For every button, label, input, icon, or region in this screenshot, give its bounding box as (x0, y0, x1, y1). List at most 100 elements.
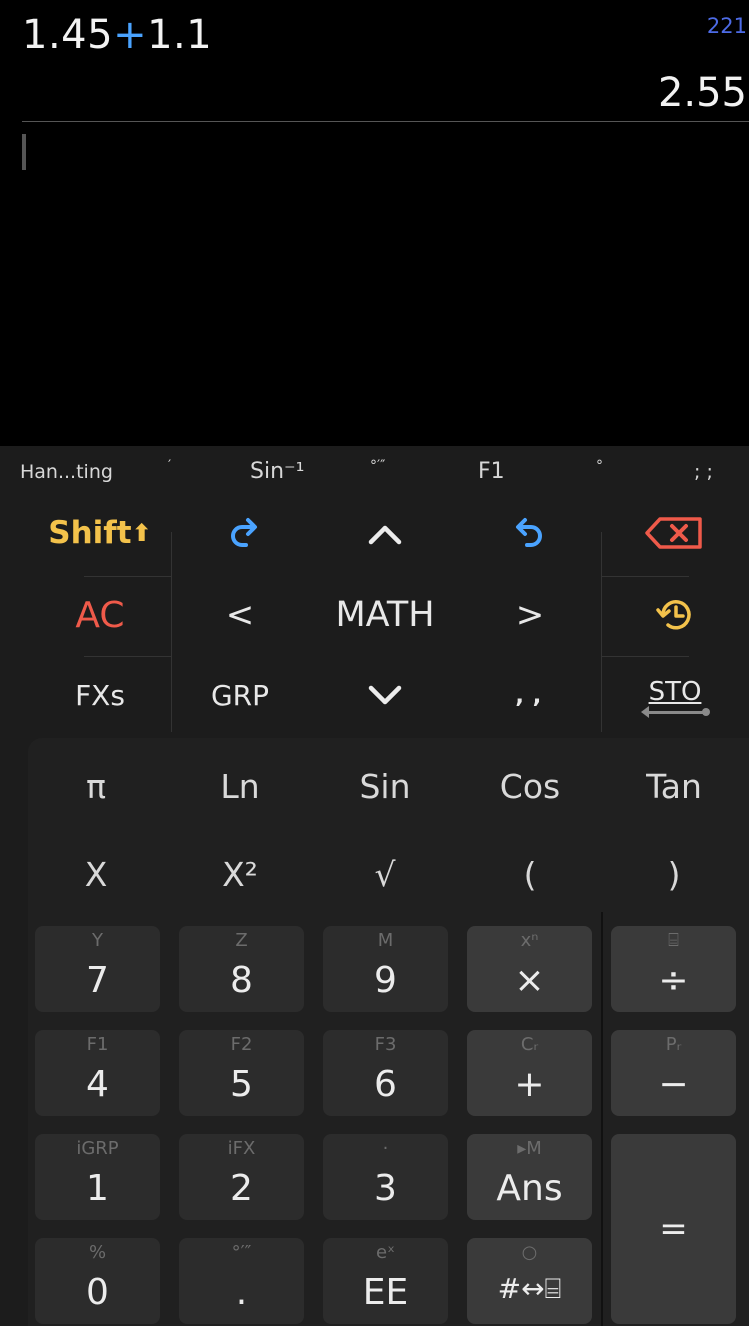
tan-key[interactable]: Tan (618, 746, 730, 826)
fraction-toggle-secondary: ○ (521, 1242, 538, 1263)
key-7-secondary: Y (92, 930, 103, 951)
undo-icon (516, 518, 542, 547)
suggestion-semicolons[interactable]: ; ; (694, 446, 713, 498)
ans-key-label: Ans (496, 1168, 563, 1209)
history-key[interactable] (630, 578, 720, 652)
functions-key[interactable]: FXs (30, 658, 170, 732)
key-4-secondary: F1 (86, 1034, 109, 1055)
pi-key[interactable]: π (40, 746, 152, 826)
plus-key-secondary: Cᵣ (520, 1034, 539, 1055)
key-5-label: 5 (230, 1064, 253, 1105)
keyboard: Han...ting ′ Sin⁻¹ °′″ F1 ° ; ; Shift⬆ (0, 446, 749, 1326)
key-5[interactable]: F2 5 (179, 1030, 304, 1116)
key-7[interactable]: Y 7 (35, 926, 160, 1012)
exponent-key[interactable]: eˣ EE (323, 1238, 448, 1324)
close-paren-key[interactable]: ) (618, 834, 730, 914)
input-cursor[interactable] (22, 134, 26, 170)
key-0-secondary: % (88, 1242, 107, 1263)
key-6-secondary: F3 (374, 1034, 397, 1055)
key-4[interactable]: F1 4 (35, 1030, 160, 1116)
key-2-secondary: iFX (227, 1138, 256, 1159)
history-counter: 221 (706, 14, 747, 38)
backspace-icon (645, 517, 702, 549)
exponent-key-secondary: eˣ (375, 1242, 396, 1263)
equals-key[interactable]: = (611, 1134, 736, 1324)
key-6-label: 6 (374, 1064, 397, 1105)
expression-left: 1.45 (22, 12, 114, 58)
store-label: STO (648, 676, 702, 707)
key-3-label: 3 (374, 1168, 397, 1209)
math-mode-key[interactable]: MATH (310, 578, 460, 652)
history-icon (656, 600, 691, 630)
decimal-key-secondary: °′″ (231, 1242, 252, 1263)
minus-key[interactable]: Pᵣ − (611, 1030, 736, 1116)
suggestion-degree[interactable]: ° (596, 446, 603, 498)
delete-key[interactable] (630, 498, 720, 568)
key-7-label: 7 (86, 960, 109, 1001)
expression: 1.45+1.1 (22, 12, 212, 58)
store-arrow-icon (641, 705, 710, 718)
ans-key-secondary: ▸M (517, 1138, 542, 1159)
key-9[interactable]: M 9 (323, 926, 448, 1012)
divide-key-label: ÷ (658, 960, 689, 1001)
plus-key[interactable]: Cᵣ + (467, 1030, 592, 1116)
nav-hsep-1 (84, 576, 172, 577)
expression-operator: + (113, 12, 148, 58)
key-8[interactable]: Z 8 (179, 926, 304, 1012)
shift-key[interactable]: Shift ⬆ (30, 498, 170, 568)
key-3[interactable]: · 3 (323, 1134, 448, 1220)
comma-key[interactable]: ‚ ‚ (483, 658, 573, 732)
display-divider (22, 121, 749, 122)
key-0[interactable]: % 0 (35, 1238, 160, 1324)
x-squared-key[interactable]: X² (184, 834, 296, 914)
suggestion-f1[interactable]: F1 (478, 446, 505, 498)
fraction-toggle-key[interactable]: ○ #↔⌸ (467, 1238, 592, 1324)
nav-separator-left (171, 532, 172, 732)
operator-column-separator (601, 912, 603, 1326)
cos-key[interactable]: Cos (474, 746, 586, 826)
key-9-secondary: M (377, 930, 394, 951)
group-key[interactable]: GRP (190, 658, 290, 732)
suggestion-dms[interactable]: °′″ (370, 446, 385, 498)
equals-key-label: = (659, 1209, 688, 1249)
ans-key[interactable]: ▸M Ans (467, 1134, 592, 1220)
store-key[interactable]: STO (620, 658, 730, 732)
all-clear-key[interactable]: AC (30, 578, 170, 652)
key-8-secondary: Z (235, 930, 248, 951)
key-9-label: 9 (374, 960, 397, 1001)
redo-key[interactable] (200, 498, 290, 568)
divide-key[interactable]: ⌸ ÷ (611, 926, 736, 1012)
x-variable-key[interactable]: X (40, 834, 152, 914)
key-2[interactable]: iFX 2 (179, 1134, 304, 1220)
key-1[interactable]: iGRP 1 (35, 1134, 160, 1220)
undo-key[interactable] (483, 498, 573, 568)
plus-key-label: + (514, 1064, 545, 1105)
key-1-secondary: iGRP (76, 1138, 119, 1159)
decimal-key[interactable]: °′″ . (179, 1238, 304, 1324)
exponent-key-label: EE (362, 1272, 409, 1313)
right-key[interactable]: > (490, 578, 570, 652)
down-key[interactable] (340, 658, 430, 732)
suggestion-asin[interactable]: Sin⁻¹ (250, 446, 304, 498)
suggestion-handwriting[interactable]: Han...ting (20, 446, 113, 498)
decimal-key-label: . (235, 1272, 248, 1313)
divide-key-secondary: ⌸ (668, 930, 679, 951)
chevron-down-icon (368, 685, 402, 705)
minus-key-secondary: Pᵣ (665, 1034, 682, 1055)
shift-arrow-icon: ⬆ (131, 519, 152, 547)
minus-key-label: − (658, 1064, 689, 1105)
ln-key[interactable]: Ln (184, 746, 296, 826)
sin-key[interactable]: Sin (329, 746, 441, 826)
multiply-key[interactable]: xⁿ × (467, 926, 592, 1012)
sqrt-key[interactable]: √ (329, 834, 441, 914)
suggestion-prime[interactable]: ′ (168, 446, 171, 498)
open-paren-key[interactable]: ( (474, 834, 586, 914)
nav-hsep-4 (601, 656, 689, 657)
expression-right: 1.1 (147, 12, 213, 58)
key-6[interactable]: F3 6 (323, 1030, 448, 1116)
nav-separator-right (601, 532, 602, 732)
fraction-toggle-label: #↔⌸ (497, 1272, 562, 1305)
left-key[interactable]: < (200, 578, 280, 652)
key-3-secondary: · (382, 1138, 389, 1159)
up-key[interactable] (340, 498, 430, 568)
